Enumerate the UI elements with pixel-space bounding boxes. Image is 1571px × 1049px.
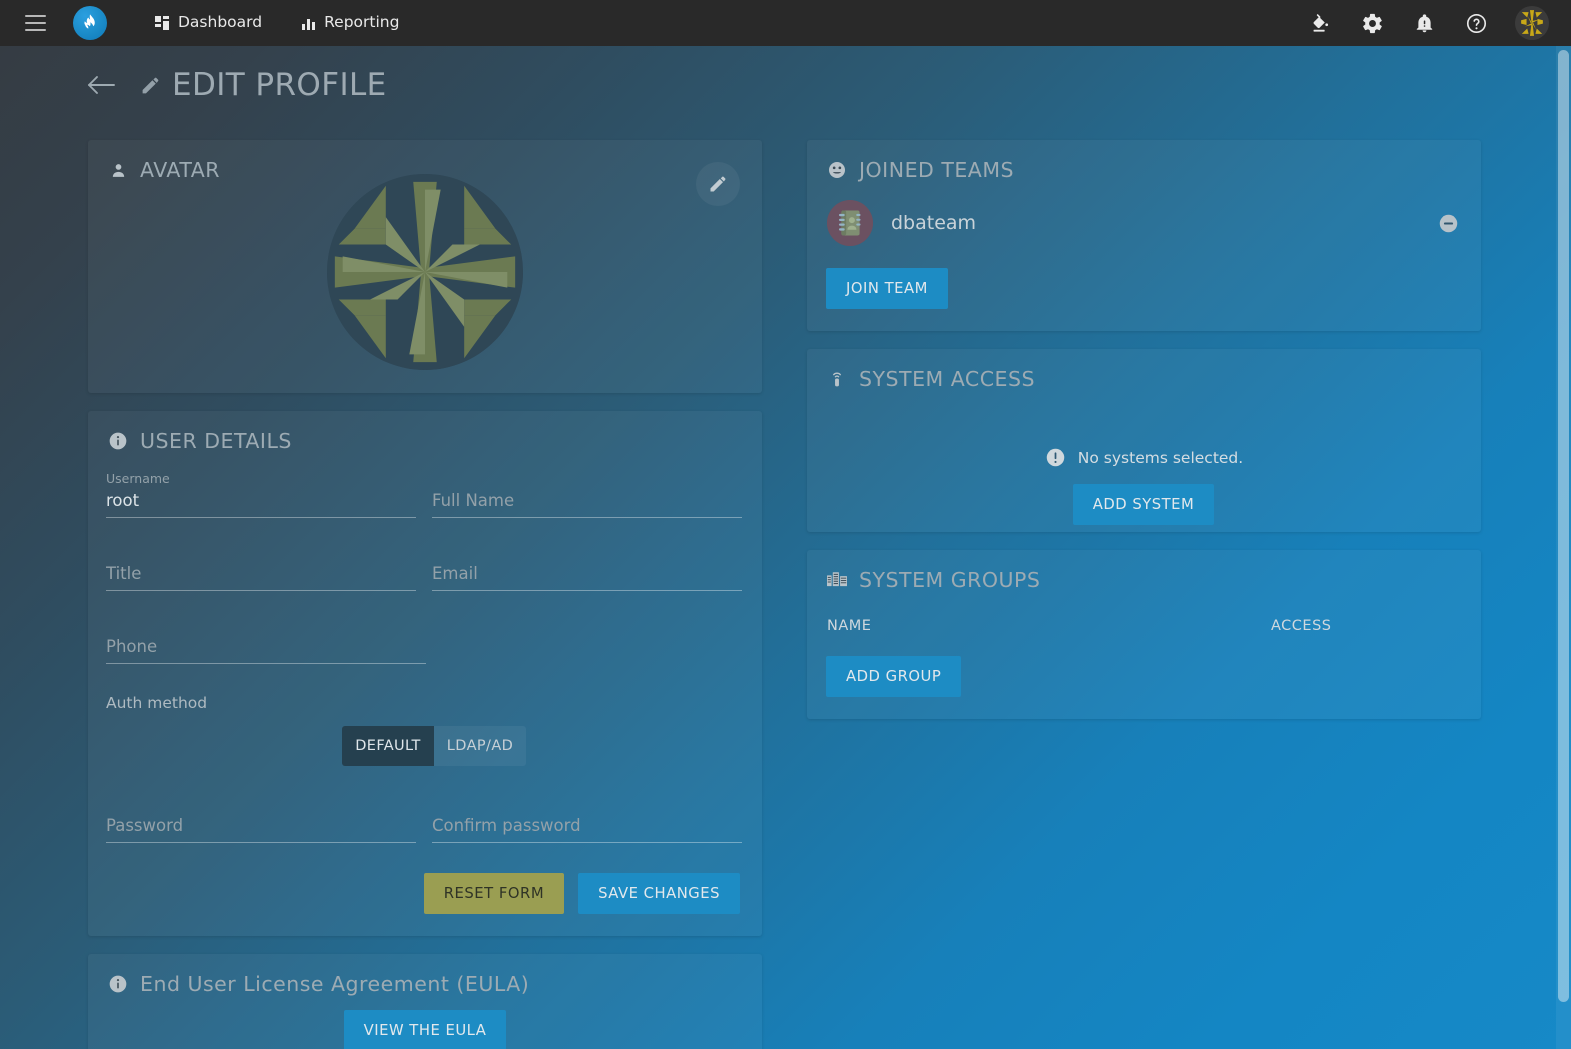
reset-form-button[interactable]: RESET FORM: [423, 873, 565, 914]
auth-method-block: Auth method DEFAULT LDAP/AD: [88, 690, 762, 766]
phone-input[interactable]: [106, 633, 426, 664]
system-access-empty-text: No systems selected.: [1077, 448, 1244, 467]
foreman-logo[interactable]: [73, 6, 107, 40]
team-name: dbateam: [891, 212, 977, 234]
field-row-3: [106, 617, 742, 664]
auth-option-ldap[interactable]: LDAP/AD: [434, 726, 526, 766]
email-input[interactable]: [432, 560, 742, 591]
joined-teams-actions: JOIN TEAM: [807, 246, 1481, 331]
system-access-title: SYSTEM ACCESS: [859, 367, 1035, 391]
user-details-title: USER DETAILS: [140, 429, 292, 453]
right-column: JOINED TEAMS dbateam JOIN TEAM SYSTEM AC…: [807, 140, 1481, 737]
auth-method-label: Auth method: [106, 694, 208, 712]
system-groups-title: SYSTEM GROUPS: [859, 568, 1041, 592]
alert-circle-icon: [1045, 447, 1066, 468]
title-input[interactable]: [106, 560, 416, 591]
system-access-card: SYSTEM ACCESS No systems selected. ADD S…: [807, 349, 1481, 532]
dashboard-grid-icon: [155, 16, 169, 30]
password-input[interactable]: [106, 812, 416, 843]
bell-alert-icon[interactable]: [1411, 10, 1437, 36]
joined-teams-header: JOINED TEAMS: [807, 140, 1481, 186]
user-identicon-avatar[interactable]: [1515, 6, 1549, 40]
field-row-1: Username: [106, 471, 742, 518]
remote-signal-icon: [827, 369, 847, 389]
password-field-wrap: [106, 796, 416, 843]
eula-actions: VIEW THE EULA: [88, 1000, 762, 1049]
page-content: AVATAR USER DETAILS Username root Full N…: [0, 124, 1571, 1049]
user-details-actions: RESET FORM SAVE CHANGES: [88, 843, 762, 914]
system-groups-table-header: NAME ACCESS: [807, 596, 1481, 634]
scrollbar-thumb[interactable]: [1558, 50, 1569, 1002]
save-changes-button[interactable]: SAVE CHANGES: [578, 873, 740, 914]
nav-link-reporting-label: Reporting: [324, 13, 400, 32]
avatar-image-wrap: [88, 174, 762, 370]
pencil-icon: [138, 73, 162, 97]
nav-link-dashboard[interactable]: Dashboard: [155, 0, 262, 46]
minus-circle-icon[interactable]: [1437, 212, 1459, 234]
team-list-item[interactable]: dbateam: [807, 186, 1481, 246]
help-circle-icon[interactable]: [1463, 10, 1489, 36]
email-field-wrap: [432, 544, 742, 591]
info-icon: [108, 974, 128, 994]
gear-icon[interactable]: [1359, 10, 1385, 36]
join-team-button[interactable]: JOIN TEAM: [826, 268, 948, 309]
eula-card-title: End User License Agreement (EULA): [140, 972, 530, 996]
server-rack-icon: [827, 570, 847, 590]
system-access-actions: ADD SYSTEM: [807, 468, 1481, 547]
full-name-field-wrap: [432, 471, 742, 518]
password-row: [88, 766, 762, 843]
address-book-icon: [827, 200, 873, 246]
auth-option-default[interactable]: DEFAULT: [342, 726, 434, 766]
phone-field-wrap: [106, 617, 426, 664]
identicon-pinwheel: [327, 174, 523, 370]
bar-chart-icon: [302, 17, 316, 30]
nav-link-reporting[interactable]: Reporting: [302, 0, 399, 46]
confirm-password-field-wrap: [432, 796, 742, 843]
user-details-form: Username: [88, 457, 762, 664]
avatar-edit-button[interactable]: [696, 162, 740, 206]
info-icon: [108, 431, 128, 451]
auth-method-toggle[interactable]: DEFAULT LDAP/AD: [342, 726, 526, 766]
back-arrow-icon[interactable]: [84, 68, 118, 102]
user-details-card: USER DETAILS Username root Full Name Tit…: [88, 411, 762, 936]
user-details-header: USER DETAILS: [88, 411, 762, 457]
page-header: EDIT PROFILE: [0, 46, 1571, 124]
joined-teams-card: JOINED TEAMS dbateam JOIN TEAM: [807, 140, 1481, 331]
confirm-password-input[interactable]: [432, 812, 742, 843]
full-name-input[interactable]: [432, 487, 742, 518]
avatar-card: AVATAR: [88, 140, 762, 393]
paint-bucket-icon[interactable]: [1307, 10, 1333, 36]
hamburger-icon[interactable]: [12, 0, 58, 46]
view-eula-button[interactable]: VIEW THE EULA: [343, 1010, 507, 1049]
system-groups-card: SYSTEM GROUPS NAME ACCESS ADD GROUP: [807, 550, 1481, 719]
field-spacer: [442, 617, 742, 664]
title-field-wrap: [106, 544, 416, 591]
add-system-button[interactable]: ADD SYSTEM: [1072, 484, 1215, 525]
field-row-2: [106, 544, 742, 591]
eula-card-header: End User License Agreement (EULA): [88, 954, 762, 1000]
system-access-empty-message: No systems selected.: [807, 395, 1481, 468]
column-header-name: NAME: [827, 618, 872, 634]
joined-teams-title: JOINED TEAMS: [859, 158, 1015, 182]
nav-link-dashboard-label: Dashboard: [178, 13, 263, 32]
system-groups-header: SYSTEM GROUPS: [807, 550, 1481, 596]
page-title: EDIT PROFILE: [172, 67, 387, 103]
system-groups-actions: ADD GROUP: [807, 634, 1481, 719]
top-navbar: Dashboard Reporting: [0, 0, 1571, 46]
system-access-header: SYSTEM ACCESS: [807, 349, 1481, 395]
left-column: AVATAR USER DETAILS Username root Full N…: [88, 140, 762, 1049]
column-header-access: ACCESS: [1271, 618, 1332, 634]
teams-icon: [827, 160, 847, 180]
username-label: Username: [106, 471, 170, 486]
eula-card: End User License Agreement (EULA) VIEW T…: [88, 954, 762, 1049]
add-group-button[interactable]: ADD GROUP: [826, 656, 962, 697]
username-input[interactable]: [106, 487, 416, 518]
username-field-wrap: Username: [106, 471, 416, 518]
